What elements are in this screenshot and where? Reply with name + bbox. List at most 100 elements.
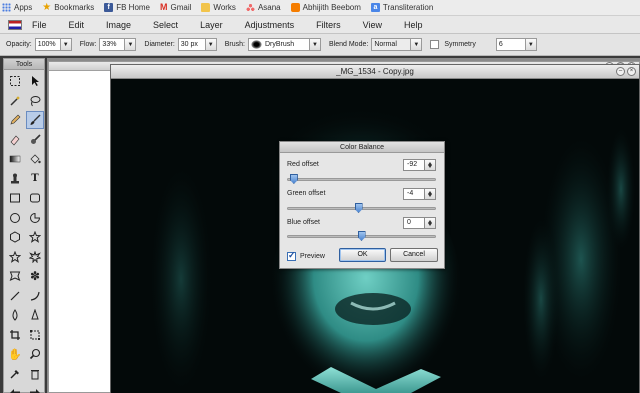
- green-offset-slider[interactable]: [287, 203, 436, 213]
- bookmark-abhijith-beebom[interactable]: Abhijith Beebom: [290, 3, 361, 12]
- minimize-icon[interactable]: –: [616, 67, 625, 76]
- star-shape-tool-icon[interactable]: [26, 228, 44, 246]
- menu-bar: File Edit Image Select Layer Adjustments…: [0, 16, 640, 34]
- language-flag-icon[interactable]: [8, 19, 22, 30]
- text-tool-icon[interactable]: T: [26, 170, 44, 188]
- eyedropper-tool-icon[interactable]: [6, 365, 24, 383]
- red-offset-spinner-icon[interactable]: [425, 159, 436, 171]
- bookmark-label: Bookmarks: [54, 3, 95, 12]
- symmetry-dropdown-icon[interactable]: ▼: [525, 38, 537, 51]
- red-offset-slider-thumb[interactable]: [289, 174, 298, 184]
- document-titlebar[interactable]: _MG_1534 - Copy.jpg – ×: [111, 65, 639, 79]
- symmetry-checkbox[interactable]: [430, 40, 440, 49]
- menu-adjustments[interactable]: Adjustments: [245, 20, 295, 30]
- ok-button[interactable]: OK: [339, 248, 386, 262]
- sharpen-tool-icon[interactable]: [26, 306, 44, 324]
- menu-image[interactable]: Image: [106, 20, 131, 30]
- menu-help[interactable]: Help: [404, 20, 423, 30]
- magic-wand-tool-icon[interactable]: [6, 92, 24, 110]
- bookmark-bookmarks[interactable]: ★ Bookmarks: [42, 2, 95, 13]
- pencil-tool-icon[interactable]: [6, 111, 24, 129]
- rounded-rectangle-tool-icon[interactable]: [26, 189, 44, 207]
- crop-tool-icon[interactable]: [6, 326, 24, 344]
- rectangle-tool-icon[interactable]: [6, 189, 24, 207]
- preview-option[interactable]: Preview: [287, 250, 325, 261]
- preview-label: Preview: [300, 253, 325, 260]
- preview-checkbox[interactable]: [287, 250, 296, 261]
- arrow-left-icon[interactable]: [6, 384, 24, 393]
- tools-panel: Tools T ✽ ✋: [3, 58, 45, 393]
- star-outline-tool-icon[interactable]: [6, 248, 24, 266]
- brush-select[interactable]: DryBrush: [248, 38, 310, 51]
- transliteration-icon: a: [370, 3, 380, 12]
- blue-offset-slider-thumb[interactable]: [357, 231, 366, 241]
- menu-edit[interactable]: Edit: [69, 20, 85, 30]
- burst-tool-icon[interactable]: [26, 248, 44, 266]
- bookmark-label: Transliteration: [382, 3, 434, 12]
- menu-layer[interactable]: Layer: [200, 20, 223, 30]
- symmetry-input[interactable]: 6: [495, 38, 526, 51]
- bookmark-asana[interactable]: Asana: [245, 3, 281, 12]
- arrow-right-icon[interactable]: [26, 384, 44, 393]
- flow-input[interactable]: 33%: [99, 38, 126, 51]
- red-offset-input[interactable]: -92: [403, 159, 425, 171]
- brush-value: DryBrush: [265, 41, 295, 48]
- brush-dropdown-icon[interactable]: ▼: [310, 38, 321, 51]
- hand-tool-icon[interactable]: ✋: [6, 345, 24, 363]
- opacity-dropdown-icon[interactable]: ▼: [60, 38, 72, 51]
- dialog-title[interactable]: Color Balance: [280, 142, 444, 153]
- blend-mode-label: Blend Mode:: [329, 41, 369, 48]
- move-tool-icon[interactable]: [26, 72, 44, 90]
- close-icon[interactable]: ×: [627, 67, 636, 76]
- paint-bucket-tool-icon[interactable]: [26, 150, 44, 168]
- diameter-input[interactable]: 30 px: [177, 38, 206, 51]
- blend-mode-dropdown-icon[interactable]: ▼: [411, 38, 423, 51]
- bookmark-works[interactable]: Works: [201, 3, 236, 12]
- blur-tool-icon[interactable]: [6, 306, 24, 324]
- menu-filters[interactable]: Filters: [316, 20, 341, 30]
- bookmark-gmail[interactable]: M Gmail: [160, 3, 192, 13]
- green-offset-slider-thumb[interactable]: [354, 203, 363, 213]
- tools-grid: T ✽ ✋: [4, 70, 44, 393]
- tools-panel-title: Tools: [4, 59, 44, 70]
- star-icon: ★: [42, 2, 52, 13]
- bookmark-fb-home[interactable]: f FB Home: [104, 3, 150, 12]
- green-offset-spinner-icon[interactable]: [425, 188, 436, 200]
- clone-stamp-tool-icon[interactable]: [6, 170, 24, 188]
- document-window-controls: – ×: [616, 67, 636, 76]
- smudge-tool-icon[interactable]: [26, 131, 44, 149]
- ellipse-tool-icon[interactable]: [6, 209, 24, 227]
- opacity-input[interactable]: 100%: [34, 38, 61, 51]
- diameter-dropdown-icon[interactable]: ▼: [205, 38, 217, 51]
- curve-tool-icon[interactable]: [26, 287, 44, 305]
- bookmark-transliteration[interactable]: a Transliteration: [370, 3, 434, 12]
- brush-tool-icon[interactable]: [26, 111, 44, 129]
- bookmark-label: Gmail: [170, 3, 192, 12]
- green-offset-input[interactable]: -4: [403, 188, 425, 200]
- shield-shape-tool-icon[interactable]: [6, 267, 24, 285]
- bookmark-apps[interactable]: Apps: [2, 3, 32, 12]
- blend-mode-select[interactable]: Normal: [371, 38, 412, 51]
- menu-view[interactable]: View: [363, 20, 382, 30]
- blue-offset-input[interactable]: 0: [403, 217, 425, 229]
- eraser-tool-icon[interactable]: [6, 131, 24, 149]
- bookmark-label: Apps: [14, 3, 33, 12]
- blue-offset-spinner-icon[interactable]: [425, 217, 436, 229]
- transform-tool-icon[interactable]: [26, 326, 44, 344]
- flow-dropdown-icon[interactable]: ▼: [125, 38, 137, 51]
- menu-file[interactable]: File: [32, 20, 47, 30]
- lasso-tool-icon[interactable]: [26, 92, 44, 110]
- pie-tool-icon[interactable]: [26, 209, 44, 227]
- cancel-button[interactable]: Cancel: [390, 248, 438, 262]
- marquee-tool-icon[interactable]: [6, 72, 24, 90]
- blue-offset-slider[interactable]: [287, 231, 436, 241]
- trash-icon[interactable]: [26, 365, 44, 383]
- red-offset-slider[interactable]: [287, 174, 436, 184]
- flower-shape-tool-icon[interactable]: ✽: [26, 267, 44, 285]
- blogger-icon: [290, 3, 300, 12]
- hexagon-tool-icon[interactable]: [6, 228, 24, 246]
- line-tool-icon[interactable]: [6, 287, 24, 305]
- zoom-tool-icon[interactable]: [26, 345, 44, 363]
- menu-select[interactable]: Select: [153, 20, 178, 30]
- gradient-tool-icon[interactable]: [6, 150, 24, 168]
